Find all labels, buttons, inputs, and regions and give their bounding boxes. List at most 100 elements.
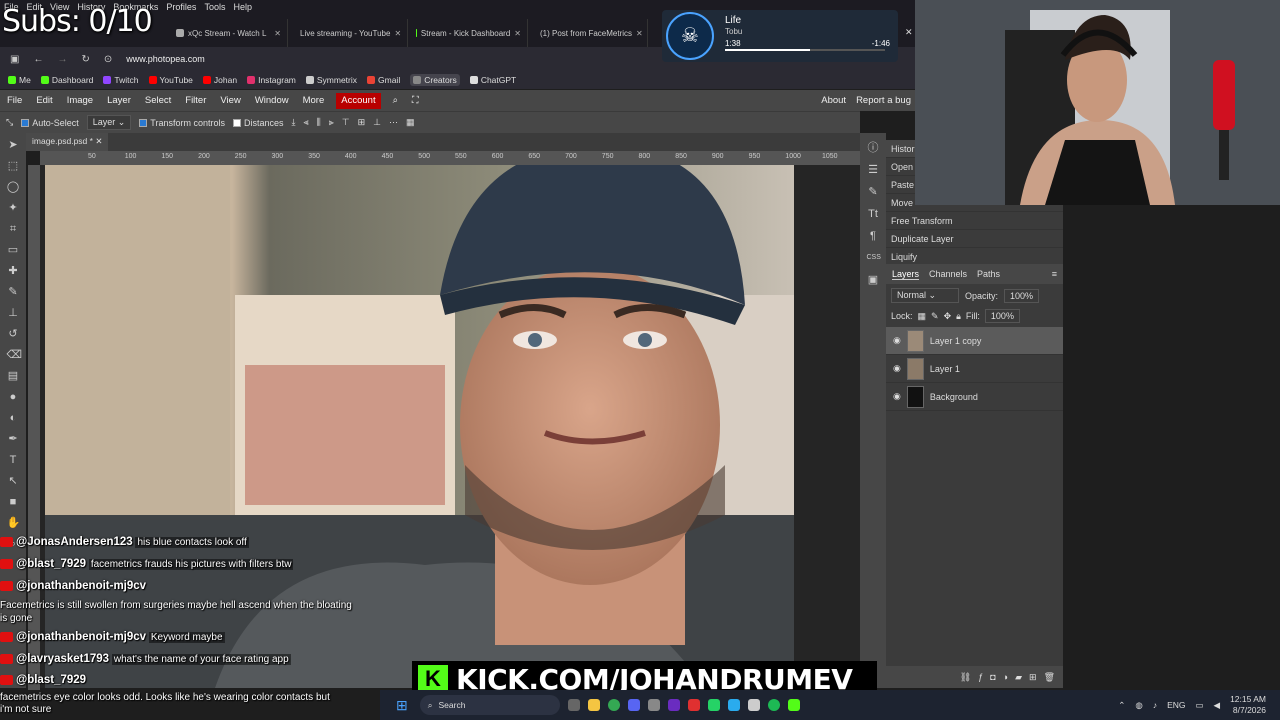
opacity-input[interactable]: 100%: [1004, 288, 1040, 303]
lock-pixels-icon[interactable]: ▦: [918, 311, 927, 322]
layer-row[interactable]: ◉ Layer 1 copy: [886, 327, 1063, 355]
eye-icon[interactable]: ◉: [893, 363, 901, 374]
app-icon[interactable]: [667, 699, 680, 711]
fill-input[interactable]: 100%: [984, 309, 1020, 323]
bookmark-item[interactable]: Dashboard: [40, 75, 93, 85]
pp-menu-window[interactable]: Window: [248, 90, 296, 111]
link-icon[interactable]: ⛓: [960, 672, 971, 683]
pen-tool-icon[interactable]: ✒: [7, 432, 20, 446]
eye-icon[interactable]: ◉: [893, 335, 901, 346]
pp-menu-file[interactable]: File: [0, 90, 29, 111]
discord-icon[interactable]: [627, 699, 640, 711]
bookmark-item[interactable]: Me: [8, 75, 31, 85]
eraser-tool-icon[interactable]: ⌫: [7, 348, 23, 362]
close-icon[interactable]: ✕: [394, 29, 401, 38]
new-layer-icon[interactable]: ⊞: [1029, 672, 1037, 683]
pp-menu-filter[interactable]: Filter: [178, 90, 213, 111]
browser-tab[interactable]: xQc Stream - Watch L ✕: [170, 19, 288, 47]
align-middle-icon[interactable]: ⊞: [358, 117, 366, 128]
pp-menu-layer[interactable]: Layer: [100, 90, 138, 111]
close-icon[interactable]: ✕: [905, 27, 913, 38]
shape-tool-icon[interactable]: ■: [7, 495, 20, 509]
align-bottom-icon[interactable]: ⊥: [373, 117, 381, 128]
pp-menu-view[interactable]: View: [213, 90, 247, 111]
openai-icon[interactable]: [747, 699, 760, 711]
chevron-up-icon[interactable]: ⌃: [1118, 700, 1125, 711]
language-indicator[interactable]: ENG: [1167, 700, 1185, 710]
pp-menu-more[interactable]: More: [296, 90, 332, 111]
url-bar[interactable]: www.photopea.com: [126, 54, 205, 64]
image-icon[interactable]: ▣: [867, 273, 880, 287]
bookmark-item[interactable]: Creators: [410, 74, 460, 86]
spotify-icon[interactable]: [767, 699, 780, 711]
auto-select-checkbox[interactable]: Auto-Select: [21, 118, 79, 128]
bookmark-item[interactable]: Symmetrix: [305, 75, 357, 85]
marquee-tool-icon[interactable]: ⬚: [7, 159, 20, 173]
grid-icon[interactable]: ▦: [406, 117, 415, 128]
stamp-tool-icon[interactable]: ⊥: [7, 306, 20, 320]
close-icon[interactable]: ✕: [95, 136, 102, 146]
align-center-icon[interactable]: ⫼: [317, 117, 321, 128]
clock[interactable]: 12:15 AM 8/7/2026: [1230, 694, 1266, 716]
transform-controls-checkbox[interactable]: Transform controls: [139, 118, 225, 128]
layer-select-dropdown[interactable]: Layer ⌄: [86, 115, 132, 130]
telegram-icon[interactable]: [727, 699, 740, 711]
type-tool-icon[interactable]: T: [7, 453, 20, 467]
mic-icon[interactable]: ♪: [1153, 700, 1157, 710]
panel-menu-icon[interactable]: ≡: [1052, 269, 1063, 279]
close-icon[interactable]: ✕: [636, 29, 643, 38]
lock-all-icon[interactable]: 🔒︎: [956, 311, 961, 322]
blend-mode-select[interactable]: Normal ⌄: [891, 288, 959, 303]
magic-wand-icon[interactable]: ✦: [7, 201, 20, 215]
path-select-icon[interactable]: ↖: [7, 474, 20, 488]
align-top-icon[interactable]: ⊤: [342, 117, 350, 128]
chrome-icon[interactable]: [607, 699, 620, 711]
align-right-icon[interactable]: ⫸: [329, 117, 334, 128]
brush-settings-icon[interactable]: ✎: [867, 185, 880, 199]
report-bug-link[interactable]: Report a bug: [856, 95, 911, 106]
site-info-icon[interactable]: ⊙: [104, 54, 112, 65]
menu-profiles[interactable]: Profiles: [166, 2, 196, 12]
forward-icon[interactable]: →: [57, 54, 67, 65]
bookmark-item[interactable]: Instagram: [247, 75, 296, 85]
bookmark-item[interactable]: Twitch: [103, 75, 139, 85]
pp-menu-image[interactable]: Image: [60, 90, 100, 111]
browser-tab[interactable]: Stream - Kick Dashboard ✕: [410, 19, 528, 47]
windows-start-icon[interactable]: ⊞: [396, 697, 408, 714]
browser-tab[interactable]: Live streaming - YouTube ✕: [290, 19, 408, 47]
info-icon[interactable]: ⓘ: [867, 141, 880, 155]
adjustment-icon[interactable]: ◑: [1003, 672, 1008, 682]
healing-tool-icon[interactable]: ✚: [7, 264, 20, 278]
eye-icon[interactable]: ◉: [893, 391, 901, 402]
blur-tool-icon[interactable]: ●: [7, 390, 20, 404]
app-icon[interactable]: [687, 699, 700, 711]
move-tool-icon[interactable]: ⤡: [6, 117, 13, 128]
document-tab[interactable]: image.psd.psd * ✕: [26, 133, 109, 151]
file-explorer-icon[interactable]: [587, 699, 600, 711]
tab-layers[interactable]: Layers: [892, 269, 920, 280]
menu-help[interactable]: Help: [233, 2, 252, 12]
layer-row[interactable]: ◉ Background: [886, 383, 1063, 411]
distribute-icon[interactable]: ⋯: [389, 117, 398, 128]
gradient-tool-icon[interactable]: ▤: [7, 369, 20, 383]
align-left-icon[interactable]: ⫷: [303, 117, 308, 128]
bookmark-item[interactable]: ChatGPT: [469, 75, 516, 85]
crop-tool-icon[interactable]: ⌗: [7, 222, 20, 236]
lock-paint-icon[interactable]: ✎: [931, 311, 939, 322]
history-item[interactable]: Duplicate Layer: [886, 230, 1063, 248]
dodge-tool-icon[interactable]: ◐: [7, 411, 20, 425]
character-icon[interactable]: Tt: [867, 207, 880, 221]
reload-icon[interactable]: ↻: [81, 54, 89, 65]
menu-tools[interactable]: Tools: [204, 2, 225, 12]
account-button[interactable]: Account: [336, 92, 381, 109]
sidebar-toggle-icon[interactable]: ▣: [10, 54, 19, 65]
tab-paths[interactable]: Paths: [977, 269, 1000, 279]
task-view-icon[interactable]: [567, 699, 580, 711]
fx-icon[interactable]: ƒ: [978, 672, 983, 682]
lock-position-icon[interactable]: ✥: [944, 311, 952, 322]
browser-tab[interactable]: (1) Post from FaceMetrics ✕: [530, 19, 648, 47]
layer-row[interactable]: ◉ Layer 1: [886, 355, 1063, 383]
download-icon[interactable]: ⤓: [292, 117, 296, 128]
network-icon[interactable]: ◍: [1135, 700, 1142, 711]
trash-icon[interactable]: 🗑︎: [1044, 672, 1055, 683]
